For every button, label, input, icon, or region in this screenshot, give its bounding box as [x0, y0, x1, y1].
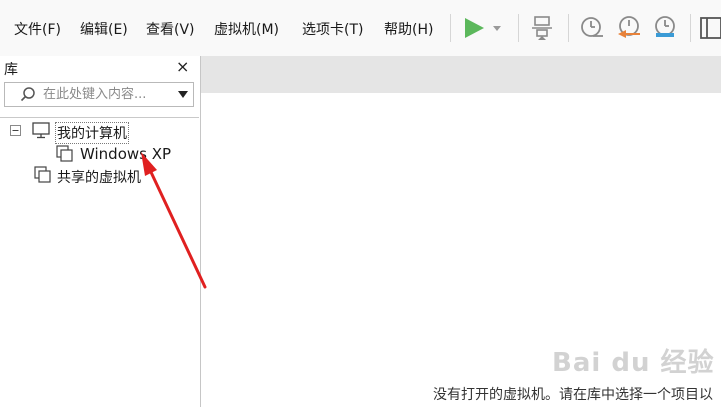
toolbar-separator — [518, 14, 519, 42]
library-panel: 库 × 我的计算机 Windows XP 共享的虚拟机 — [0, 56, 201, 407]
toolbar-separator — [450, 14, 451, 42]
library-title: 库 — [4, 62, 18, 78]
tree-item-my-computer[interactable]: 我的计算机 — [55, 122, 129, 144]
collapse-icon[interactable] — [10, 125, 21, 136]
play-icon — [465, 18, 501, 38]
tree-item-shared-vms[interactable]: 共享的虚拟机 — [57, 167, 141, 187]
chevron-down-icon[interactable] — [177, 90, 189, 100]
menu-edit[interactable]: 编辑(E) — [80, 19, 128, 39]
library-view-icon — [700, 17, 721, 39]
toolbar-separator — [568, 14, 569, 42]
menu-view[interactable]: 查看(V) — [146, 19, 195, 39]
library-search-input[interactable] — [43, 85, 171, 104]
take-snapshot-button[interactable] — [577, 13, 607, 43]
baidu-watermark: Bai du 经验 — [552, 348, 715, 378]
status-text: 没有打开的虚拟机。请在库中选择一个项目以 — [433, 387, 713, 403]
library-divider — [0, 117, 199, 118]
close-library-button[interactable]: × — [176, 57, 189, 76]
menu-file[interactable]: 文件(F) — [14, 19, 61, 39]
library-search-box — [4, 82, 194, 107]
shared-vm-icon — [34, 166, 51, 183]
snapshot-manager-icon — [655, 16, 675, 37]
revert-snapshot-button[interactable] — [614, 13, 644, 43]
snapshot-clock-icon — [581, 17, 603, 37]
vm-icon — [56, 145, 73, 162]
network-icon — [532, 16, 552, 40]
toolbar-separator — [690, 14, 691, 42]
menu-vm[interactable]: 虚拟机(M) — [214, 19, 279, 39]
menu-help[interactable]: 帮助(H) — [384, 19, 433, 39]
tab-strip — [201, 56, 721, 93]
snapshot-manager-button[interactable] — [650, 13, 680, 43]
view-library-button[interactable] — [697, 13, 721, 43]
search-icon — [20, 87, 35, 102]
tree-item-windows-xp[interactable]: Windows XP — [80, 145, 171, 163]
power-on-button[interactable] — [460, 13, 506, 43]
menu-tabs[interactable]: 选项卡(T) — [302, 19, 363, 39]
computer-icon — [32, 122, 50, 139]
snapshot-revert-icon — [618, 16, 640, 38]
menu-bar: 文件(F) 编辑(E) 查看(V) 虚拟机(M) 选项卡(T) 帮助(H) — [0, 0, 721, 57]
send-ctrl-alt-del-button[interactable] — [528, 13, 558, 43]
